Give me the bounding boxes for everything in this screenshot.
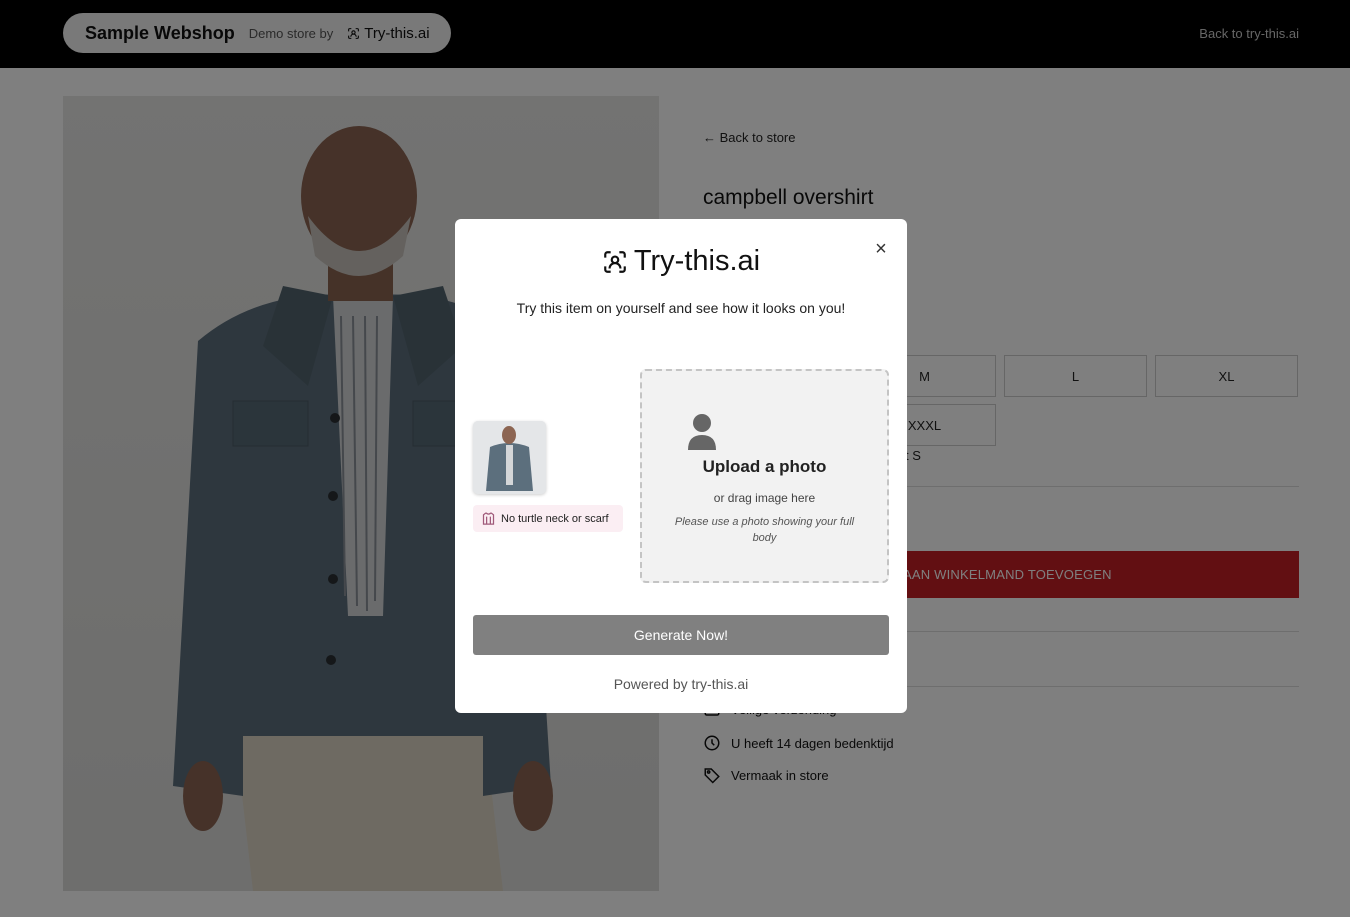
modal-logo: Try-this.ai (455, 245, 907, 278)
upload-title: Upload a photo (702, 457, 827, 476)
badge-text: No turtle neck or scarf (501, 512, 609, 525)
close-icon[interactable]: × (871, 239, 891, 259)
restriction-badge: No turtle neck or scarf (473, 505, 623, 532)
powered-by-link[interactable]: Powered by try-this.ai (455, 676, 907, 692)
modal-subtitle: Try this item on yourself and see how it… (516, 300, 846, 316)
upload-subtitle: or drag image here (713, 491, 816, 505)
try-on-modal: Try-this.ai × Try this item on yourself … (455, 219, 907, 713)
generate-button[interactable]: Generate Now! (473, 615, 889, 655)
upload-hint: Please use a photo showing your full bod… (674, 516, 855, 544)
modal-logo-text: Try-this.ai (633, 245, 761, 277)
product-thumbnail (473, 421, 546, 494)
face-scan-icon (604, 250, 626, 273)
upload-dropzone[interactable]: Upload a photo or drag image here Please… (640, 369, 889, 583)
person-icon (688, 414, 716, 450)
shirt-icon (482, 512, 495, 525)
